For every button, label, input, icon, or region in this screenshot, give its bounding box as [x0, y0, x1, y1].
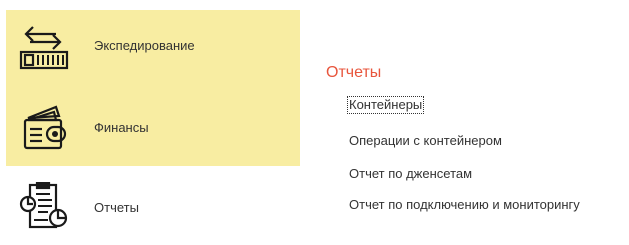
- sidebar-item-finance[interactable]: Финансы: [6, 90, 300, 166]
- page-title: Отчеты: [326, 64, 382, 81]
- sidebar-item-label: Отчеты: [94, 200, 139, 215]
- report-chart-icon: [19, 182, 68, 229]
- sidebar-item-reports[interactable]: Отчеты: [6, 170, 300, 245]
- sidebar-item-expediting[interactable]: Экспедирование: [6, 10, 300, 90]
- report-link-container-operations[interactable]: Операции с контейнером: [348, 133, 503, 149]
- report-link-gensets[interactable]: Отчет по дженсетам: [348, 166, 473, 182]
- sidebar-item-label: Экспедирование: [94, 38, 195, 53]
- reports-panel: Отчеты Контейнеры Операции с контейнером…: [326, 0, 629, 245]
- sidebar-item-label: Финансы: [94, 120, 149, 135]
- shipping-container-icon: [19, 26, 69, 70]
- wallet-icon: [23, 105, 67, 150]
- report-link-connection-monitoring[interactable]: Отчет по подключению и мониторингу: [348, 197, 581, 213]
- report-link-containers[interactable]: Контейнеры: [346, 96, 425, 114]
- sidebar: Экспедирование Финансы Отчеты: [0, 0, 300, 245]
